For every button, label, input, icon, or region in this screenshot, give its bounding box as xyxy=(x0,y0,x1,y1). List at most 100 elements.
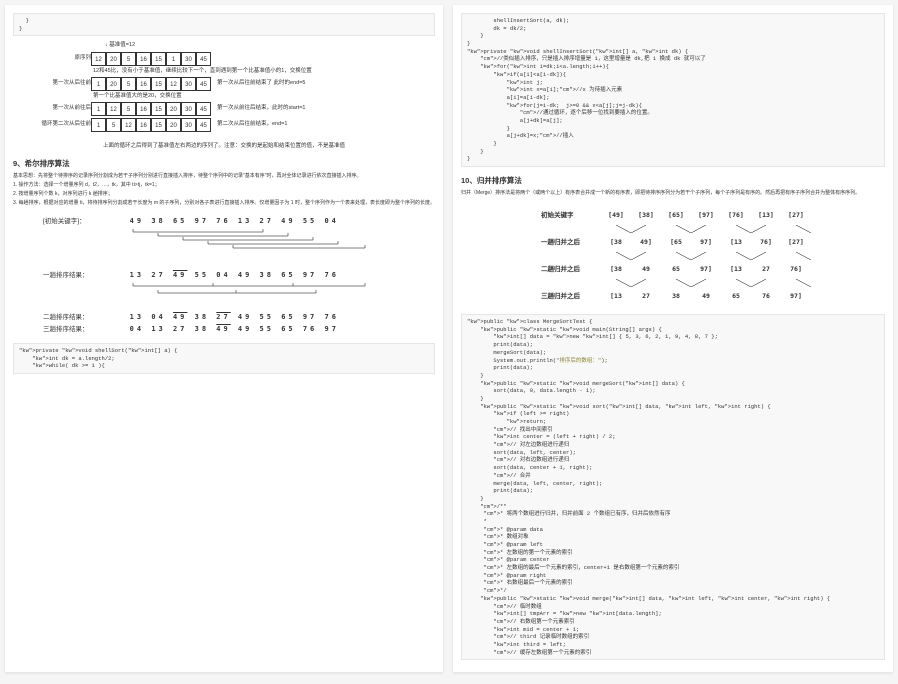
section-10-desc: 归并（Merge）排序法是将两个（或两个以上）有序表合并成一个新的有序表，即把待… xyxy=(461,190,885,197)
merge-value: [13 xyxy=(601,292,631,300)
array-cell: 45 xyxy=(196,52,211,66)
merge-value: 27 xyxy=(631,292,661,300)
shell-init-label: [初始关键字]： xyxy=(43,215,128,225)
array-cell: 16 xyxy=(136,52,151,66)
section-10-title: 10、归并排序算法 xyxy=(461,175,885,186)
merge-value: [13 xyxy=(721,238,751,246)
merge-row-label: 二趟归并之后 xyxy=(541,263,601,273)
code-shellinsert: shellInsertSort(a, dk); dk = dk/2; } } "… xyxy=(461,13,885,167)
merge-value: [27] xyxy=(781,238,811,246)
shell-pass3-values: 04 13 27 38 49 49 55 65 76 97 xyxy=(130,325,339,333)
shell-pass1-label: 一趟排序结果： xyxy=(43,269,128,279)
array-cell: 45 xyxy=(196,118,211,132)
code-snippet-top: } } xyxy=(13,13,435,36)
array-cell: 5 xyxy=(121,77,136,91)
array-cell: 30 xyxy=(181,52,196,66)
merge-row-label: 三趟归并之后 xyxy=(541,290,601,300)
merge-value: [13] xyxy=(751,211,781,219)
array-cell: 15 xyxy=(151,52,166,66)
code-shellsort: "kw">private "kw">void shellSort("kw">in… xyxy=(13,343,435,374)
diagram-note: 第一个比基准值大的是20，交换位置 xyxy=(93,93,435,100)
merge-value: 49] xyxy=(631,238,661,246)
merge-value: [97] xyxy=(691,211,721,219)
merge-value: [38 xyxy=(601,265,631,273)
mergesort-diagram: 初始关键字[49][38][65][97][76][13][27]一趟归并之后[… xyxy=(461,199,885,310)
array-cell: 30 xyxy=(181,102,196,116)
merge-value: 97] xyxy=(781,292,811,300)
right-page: shellInsertSort(a, dk); dk = dk/2; } } "… xyxy=(453,5,893,672)
shell-init-values: 49 38 65 97 76 13 27 49 55 04 xyxy=(130,217,339,225)
merge-value: [27] xyxy=(781,211,811,219)
merge-row-label: 一趟归并之后 xyxy=(541,236,601,246)
merge-connector xyxy=(601,252,805,257)
section-9-title: 9、希尔排序算法 xyxy=(13,158,435,169)
array-cell: 1 xyxy=(91,77,106,91)
shell-pass2-values: 13 04 49 38 27 49 55 65 97 76 xyxy=(130,313,339,321)
code-mergesort: "kw">public "kw">class MergeSortTest { "… xyxy=(461,314,885,660)
array-cell: 12 xyxy=(166,77,181,91)
merge-value: 97] xyxy=(691,238,721,246)
row-label: 第一次从后往前 xyxy=(33,80,91,87)
array-cell: 15 xyxy=(151,77,166,91)
array-cell: 20 xyxy=(106,52,121,66)
merge-value: 49 xyxy=(631,265,661,273)
merge-value: 76] xyxy=(751,238,781,246)
array-cell: 45 xyxy=(196,102,211,116)
merge-value: [13 xyxy=(721,265,751,273)
merge-connector xyxy=(601,279,805,284)
array-cell: 15 xyxy=(151,118,166,132)
shell-pass2-label: 二趟排序结果： xyxy=(43,311,128,321)
merge-value: 38 xyxy=(661,292,691,300)
array-cell: 45 xyxy=(196,77,211,91)
row-label: 循环第二次从后往前 xyxy=(33,121,91,128)
step-text: 1. 操作方法：选择一个增量序列 d，t2，…，tk，其中 ti>tj，tk=1… xyxy=(13,182,435,189)
array-cell: 30 xyxy=(181,118,196,132)
merge-value: 65 xyxy=(721,292,751,300)
merge-value: [65] xyxy=(661,211,691,219)
array-cell: 30 xyxy=(181,77,196,91)
merge-value: 76 xyxy=(751,292,781,300)
row-note: 第一次从前往后结束，此时的start=1 xyxy=(217,105,305,112)
merge-value: 65 xyxy=(661,265,691,273)
array-cell: 16 xyxy=(136,118,151,132)
array-cell: 5 xyxy=(106,118,121,132)
merge-value: [38 xyxy=(601,238,631,246)
shell-pass3-label: 三趟排序结果： xyxy=(43,323,128,333)
merge-value: [65 xyxy=(661,238,691,246)
array-cell: 12 xyxy=(91,52,106,66)
quicksort-diagram: ↓ 基准值=12 原序列1220516151304512和45比，没有小于基准值… xyxy=(13,42,435,150)
shell-pass1-values: 13 27 49 55 04 49 38 65 97 76 xyxy=(130,271,339,279)
row-note: 第二次从后往前结束，end=1 xyxy=(217,121,287,128)
merge-value: 76] xyxy=(781,265,811,273)
left-page: } } ↓ 基准值=12 原序列1220516151304512和45比，没有小… xyxy=(5,5,443,672)
array-cell: 20 xyxy=(166,102,181,116)
array-cell: 20 xyxy=(166,118,181,132)
array-cell: 1 xyxy=(91,118,106,132)
merge-value: 97] xyxy=(691,265,721,273)
merge-value: 27 xyxy=(751,265,781,273)
merge-row-label: 初始关键字 xyxy=(541,209,601,219)
merge-value: [38] xyxy=(631,211,661,219)
array-cell: 12 xyxy=(121,118,136,132)
row-label: 第一次从前往后 xyxy=(33,105,91,112)
array-cell: 20 xyxy=(106,77,121,91)
step-text: 2. 按增量序列个数 k，对序列进行 k 趟排序； xyxy=(13,191,435,198)
array-cell: 16 xyxy=(136,102,151,116)
array-cell: 16 xyxy=(136,77,151,91)
array-cell: 1 xyxy=(91,102,106,116)
array-cell: 5 xyxy=(121,52,136,66)
row-note: 第一次从后往前结束了 此时的end=5 xyxy=(217,80,305,87)
shellsort-diagram: [初始关键字]： 49 38 65 97 76 13 27 49 55 04 一… xyxy=(13,209,435,339)
array-cell: 1 xyxy=(166,52,181,66)
row-label: 原序列 xyxy=(33,55,91,62)
shell-bracket-2 xyxy=(128,281,388,309)
array-cell: 15 xyxy=(151,102,166,116)
diagram-note: 12和45比，没有小于基准值，继续比较下一个，直到遇到第一个比基准值小的1，交换… xyxy=(93,68,435,75)
merge-value: [76] xyxy=(721,211,751,219)
quicksort-summary: 上面的循环之后得到了基准值左右两边的序列了。注意：交换的是起始和结束位置的值，不… xyxy=(13,142,435,150)
pivot-label: 基准值=12 xyxy=(109,42,135,48)
array-cell: 12 xyxy=(106,102,121,116)
merge-value: [49] xyxy=(601,211,631,219)
section-9-desc: 基本思想：先将整个待排序的记录序列分割成为若干子序列分别进行直接插入排序，待整个… xyxy=(13,173,435,180)
array-cell: 5 xyxy=(121,102,136,116)
